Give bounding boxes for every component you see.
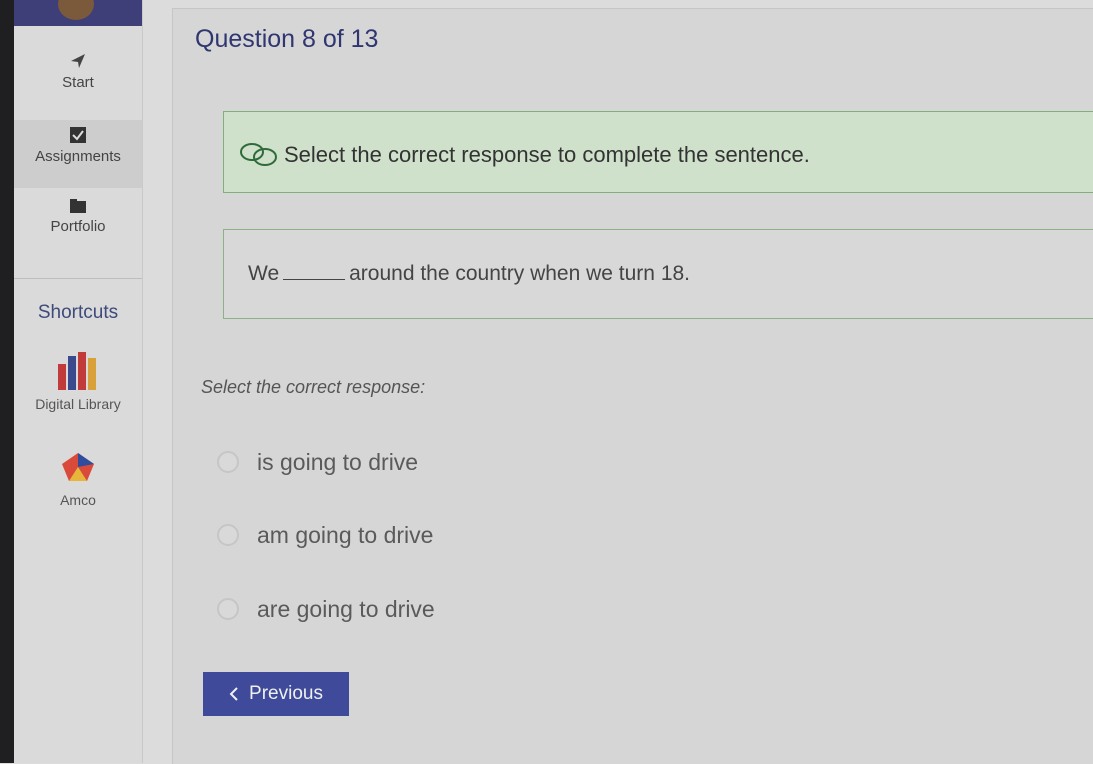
- chevron-left-icon: [229, 687, 238, 701]
- question-sentence: We around the country when we turn 18.: [248, 262, 690, 286]
- school-logo-icon: [58, 0, 94, 20]
- instruction-text: Select the correct response to complete …: [284, 142, 810, 167]
- sentence-start: We: [248, 262, 280, 285]
- sentence-box: We around the country when we turn 18.: [223, 229, 1093, 319]
- sidebar-header: [14, 0, 142, 26]
- sidebar-item-assignments[interactable]: Assignments: [14, 120, 142, 188]
- checkbox-icon: [70, 127, 86, 143]
- shortcut-label: Amco: [60, 492, 96, 508]
- arrow-icon: [71, 54, 85, 68]
- sidebar-item-label: Assignments: [35, 148, 121, 165]
- previous-button-label: Previous: [249, 683, 323, 704]
- sentence-blank: [283, 265, 346, 280]
- amco-logo-icon: [62, 453, 94, 481]
- shortcut-digital-library[interactable]: Digital Library: [14, 350, 142, 412]
- answer-option-label: am going to drive: [257, 521, 434, 548]
- answer-option-label: are going to drive: [257, 595, 435, 622]
- sidebar-item-portfolio[interactable]: Portfolio: [14, 198, 142, 258]
- sentence-end: around the country when we turn 18.: [349, 262, 691, 285]
- sidebar: Start Assignments Portfolio Shortcuts Di…: [14, 0, 143, 763]
- sidebar-divider: [14, 278, 142, 279]
- page-title: Question 8 of 13: [195, 25, 379, 53]
- sidebar-item-label: Portfolio: [50, 218, 106, 235]
- folder-icon: [70, 199, 86, 213]
- sidebar-item-start[interactable]: Start: [14, 52, 142, 108]
- instruction-box: Select the correct response to complete …: [223, 111, 1093, 193]
- shortcut-label: Digital Library: [35, 396, 121, 412]
- answer-option-label: is going to drive: [257, 448, 419, 475]
- radio-button[interactable]: [217, 451, 239, 473]
- answer-option[interactable]: am going to drive: [217, 520, 433, 550]
- question-panel: Question 8 of 13 Select the correct resp…: [172, 8, 1093, 764]
- previous-button[interactable]: Previous: [203, 672, 349, 716]
- response-prompt: Select the correct response:: [201, 377, 426, 397]
- radio-button[interactable]: [217, 598, 239, 620]
- shortcut-amco[interactable]: Amco: [14, 452, 142, 508]
- speech-bubbles-icon: [240, 143, 277, 166]
- books-icon: [58, 352, 96, 390]
- answer-option[interactable]: is going to drive: [217, 447, 418, 477]
- shortcuts-heading: Shortcuts: [37, 302, 119, 323]
- sidebar-item-label: Start: [62, 74, 94, 91]
- answer-option[interactable]: are going to drive: [217, 594, 435, 624]
- radio-button[interactable]: [217, 524, 239, 546]
